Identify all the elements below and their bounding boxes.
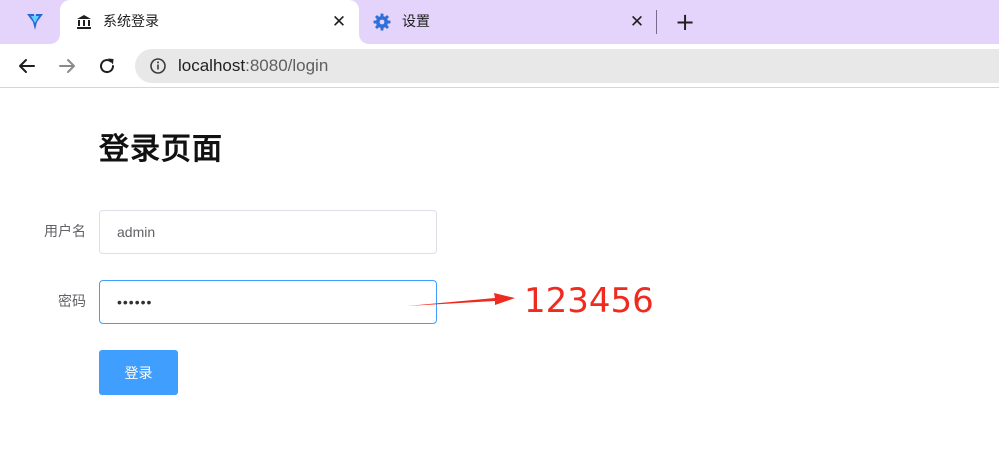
url-host: localhost: [178, 56, 246, 75]
browser-toolbar: localhost:8080/login: [0, 44, 999, 88]
page-title: 登录页面: [99, 132, 223, 167]
gear-icon: [373, 13, 391, 31]
login-button[interactable]: 登录: [99, 350, 178, 395]
annotation-password-hint: 123456: [524, 281, 654, 321]
url-text[interactable]: localhost:8080/login: [178, 56, 328, 76]
plus-icon[interactable]: +: [672, 9, 698, 35]
password-label: 密码: [58, 294, 86, 310]
tab-title: 设置: [402, 14, 430, 30]
address-bar[interactable]: localhost:8080/login: [135, 49, 999, 83]
tab-settings[interactable]: 设置 ✕: [362, 0, 654, 44]
username-label: 用户名: [44, 224, 86, 240]
tab-strip: 系统登录 ✕ 设置 ✕ +: [0, 0, 999, 44]
close-icon[interactable]: ✕: [327, 10, 351, 34]
info-icon[interactable]: [149, 57, 167, 75]
username-input[interactable]: admin: [99, 210, 437, 254]
tab-system-login[interactable]: 系统登录 ✕: [60, 0, 359, 44]
arrow-right-icon[interactable]: [54, 53, 80, 79]
tab-separator: [656, 10, 657, 34]
close-icon[interactable]: ✕: [625, 10, 649, 34]
tab-title: 系统登录: [103, 14, 159, 30]
password-mask: ••••••: [117, 294, 153, 310]
password-input[interactable]: ••••••: [99, 280, 437, 324]
url-path: :8080/login: [245, 56, 329, 75]
browser-logo-icon[interactable]: [20, 8, 50, 36]
arrow-left-icon[interactable]: [14, 53, 40, 79]
reload-icon[interactable]: [94, 53, 120, 79]
bank-icon: [75, 13, 93, 31]
annotation-arrow: [407, 293, 515, 306]
